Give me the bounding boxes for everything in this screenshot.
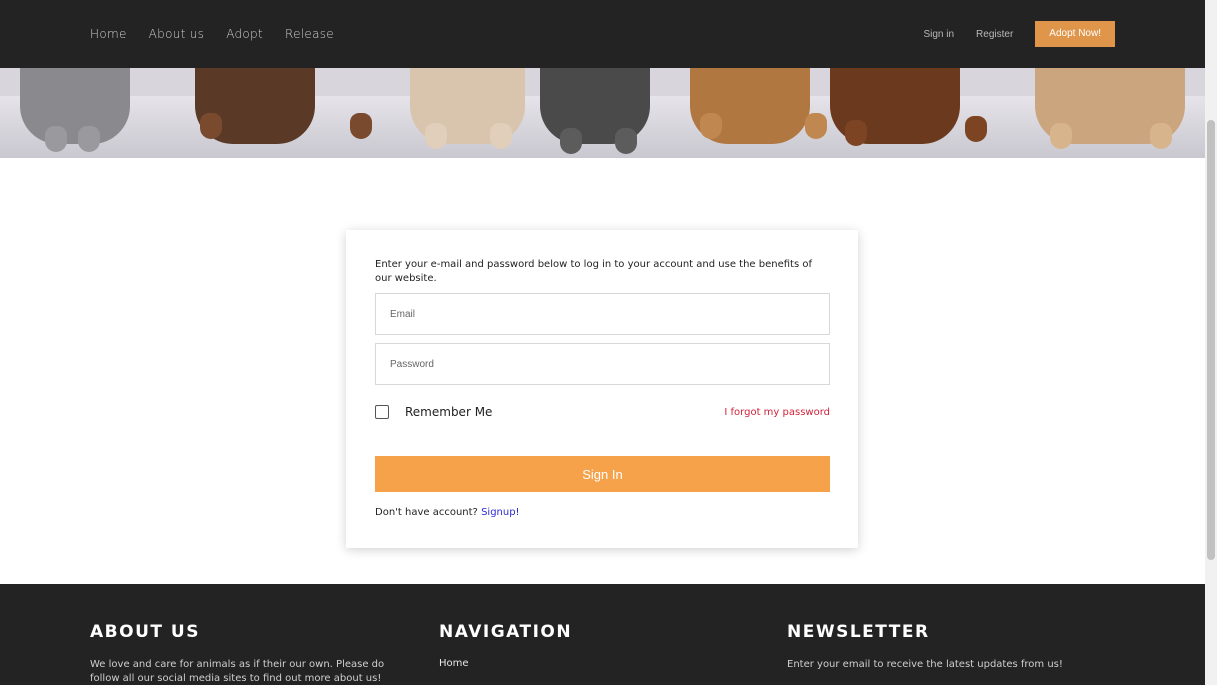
adopt-now-button[interactable]: Adopt Now!	[1035, 21, 1115, 47]
paw	[78, 126, 100, 152]
signup-row: Don't have account? Signup!	[375, 507, 520, 518]
footer-about: ABOUT US We love and care for animals as…	[90, 622, 410, 685]
footer-about-title: ABOUT US	[90, 622, 200, 642]
paw	[1050, 123, 1072, 149]
no-account-text: Don't have account?	[375, 507, 478, 518]
scrollbar-thumb[interactable]	[1207, 120, 1215, 560]
nav-adopt[interactable]: Adopt	[226, 27, 263, 41]
paw	[845, 120, 867, 146]
login-intro-text: Enter your e-mail and password below to …	[375, 259, 812, 284]
remember-me-row: Remember Me	[375, 405, 492, 419]
sign-in-link[interactable]: Sign in	[923, 29, 954, 40]
footer: ABOUT US We love and care for animals as…	[0, 584, 1205, 685]
paw	[700, 113, 722, 139]
pet-gray-cat	[20, 68, 130, 144]
nav-release[interactable]: Release	[285, 27, 334, 41]
paw	[1150, 123, 1172, 149]
footer-newsletter-text: Enter your email to receive the latest u…	[787, 659, 1063, 670]
paw	[425, 123, 447, 149]
remember-me-label: Remember Me	[405, 405, 493, 419]
email-field[interactable]	[375, 293, 830, 335]
footer-nav-title: NAVIGATION	[439, 622, 573, 642]
hero-pets-banner	[0, 68, 1205, 158]
footer-about-text: We love and care for animals as if their…	[90, 659, 385, 684]
footer-newsletter: NEWSLETTER Enter your email to receive t…	[787, 622, 1107, 672]
paw	[965, 116, 987, 142]
password-field[interactable]	[375, 343, 830, 385]
paw	[350, 113, 372, 139]
footer-nav-home[interactable]: Home	[439, 658, 572, 669]
footer-navigation: NAVIGATION Home	[439, 622, 572, 669]
signup-link[interactable]: Signup!	[481, 507, 520, 518]
register-link[interactable]: Register	[976, 29, 1013, 40]
paw	[805, 113, 827, 139]
login-card: Enter your e-mail and password below to …	[346, 230, 858, 548]
paw	[45, 126, 67, 152]
forgot-password-link[interactable]: I forgot my password	[724, 407, 830, 418]
footer-newsletter-title: NEWSLETTER	[787, 622, 930, 642]
paw	[560, 128, 582, 154]
top-navbar: Home About us Adopt Release Sign in Regi…	[0, 0, 1205, 68]
nav-home[interactable]: Home	[90, 27, 127, 41]
vertical-scrollbar[interactable]	[1205, 0, 1217, 685]
nav-about-us[interactable]: About us	[149, 27, 205, 41]
page: Home About us Adopt Release Sign in Regi…	[0, 0, 1205, 685]
paw	[490, 123, 512, 149]
paw	[200, 113, 222, 139]
main-nav: Home About us Adopt Release	[90, 0, 334, 68]
account-nav: Sign in Register Adopt Now!	[923, 0, 1115, 68]
remember-me-checkbox[interactable]	[375, 405, 389, 419]
sign-in-button[interactable]: Sign In	[375, 456, 830, 492]
paw	[615, 128, 637, 154]
